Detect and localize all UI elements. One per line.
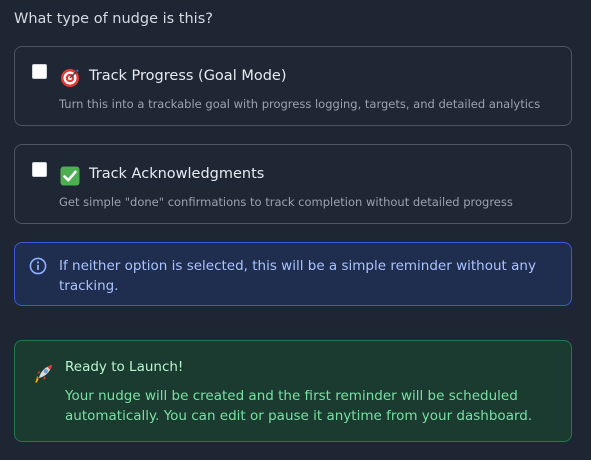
option-title: Track Acknowledgments bbox=[89, 166, 265, 182]
info-text: If neither option is selected, this will… bbox=[59, 258, 536, 294]
ready-to-launch-notice: Ready to Launch! Your nudge will be crea… bbox=[14, 340, 572, 442]
option-title: Track Progress (Goal Mode) bbox=[89, 68, 287, 84]
option-track-progress[interactable]: Track Progress (Goal Mode) Turn this int… bbox=[14, 46, 572, 126]
launch-title: Ready to Launch! bbox=[65, 359, 184, 375]
check-mark-icon bbox=[60, 166, 80, 186]
target-icon bbox=[61, 69, 79, 87]
rocket-icon bbox=[35, 365, 52, 383]
track-acknowledgments-checkbox[interactable] bbox=[32, 162, 47, 177]
nudge-type-question: What type of nudge is this? bbox=[14, 11, 213, 27]
option-track-acknowledgments[interactable]: Track Acknowledgments Get simple "done" … bbox=[14, 144, 572, 224]
track-progress-checkbox[interactable] bbox=[32, 64, 47, 79]
info-notice: If neither option is selected, this will… bbox=[14, 242, 572, 306]
option-description: Turn this into a trackable goal with pro… bbox=[59, 97, 541, 111]
launch-text: Your nudge will be created and the first… bbox=[65, 388, 533, 424]
option-description: Get simple "done" confirmations to track… bbox=[59, 195, 513, 209]
info-icon bbox=[29, 257, 47, 275]
